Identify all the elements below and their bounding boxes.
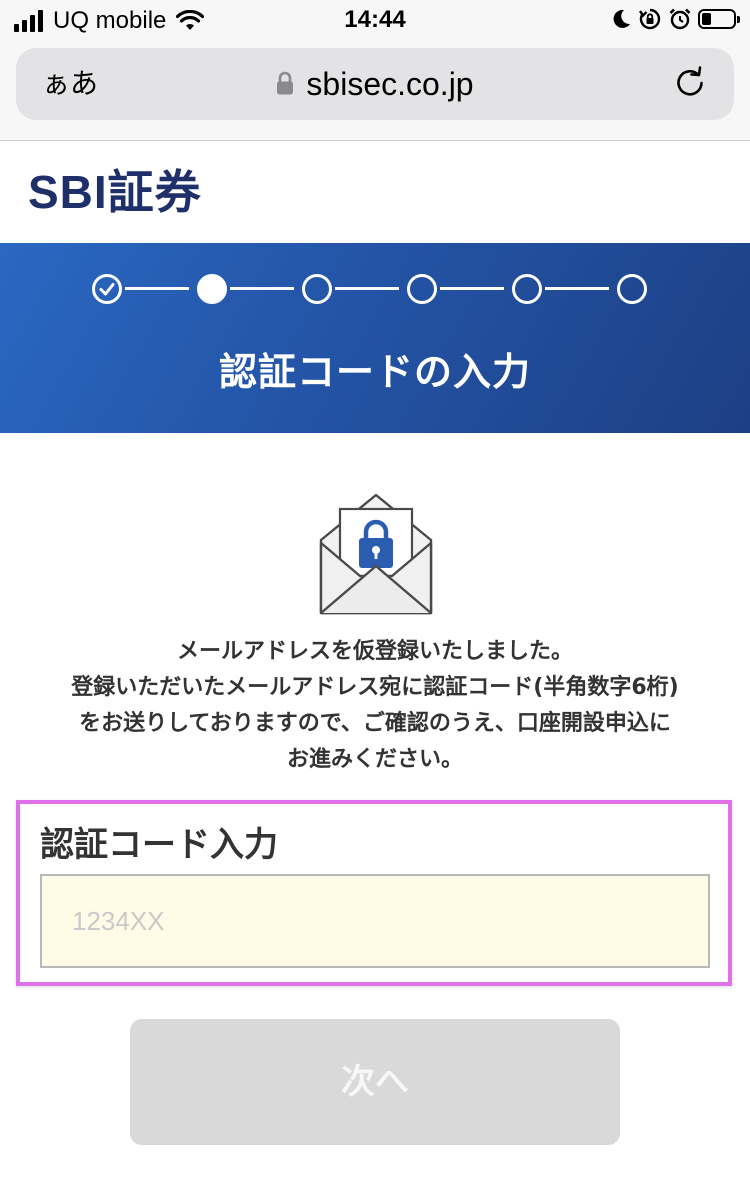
- envelope-lock-icon: [319, 493, 433, 615]
- check-icon: [99, 283, 115, 296]
- message-line: メールアドレスを仮登録いたしました。: [176, 639, 573, 664]
- step-connector: [335, 287, 399, 290]
- next-button[interactable]: 次へ: [130, 1019, 620, 1145]
- step-1-completed: [92, 274, 122, 304]
- step-connector: [545, 287, 609, 290]
- message-line: 登録いただいたメールアドレス宛に認証コード(半角数字6桁): [71, 675, 679, 700]
- rotation-lock-icon: [639, 8, 661, 30]
- page-title: 認証コードの入力: [218, 350, 531, 394]
- do-not-disturb-moon-icon: [613, 9, 630, 28]
- code-input-label: 認証コード入力: [40, 825, 278, 865]
- status-bar: UQ mobile 14:44: [0, 0, 750, 42]
- step-5: [512, 274, 542, 304]
- padlock-icon: [277, 71, 294, 95]
- url-display[interactable]: sbisec.co.jp: [16, 64, 734, 104]
- verification-code-input[interactable]: [40, 874, 710, 968]
- step-4: [407, 274, 437, 304]
- message-line: お進みください。: [286, 747, 463, 772]
- alarm-clock-icon: [669, 8, 691, 30]
- step-connector: [440, 287, 504, 290]
- step-progress-indicator: [0, 270, 750, 310]
- step-connector: [230, 287, 294, 290]
- registration-message: メールアドレスを仮登録いたしました。 登録いただいたメールアドレス宛に認証コード…: [0, 634, 750, 778]
- sbi-logo[interactable]: SBI証券: [28, 166, 202, 218]
- status-right: [610, 7, 740, 31]
- reload-button[interactable]: [670, 62, 710, 102]
- url-field[interactable]: ぁあ sbisec.co.jp: [16, 48, 734, 120]
- url-text: sbisec.co.jp: [306, 66, 474, 102]
- step-3: [302, 274, 332, 304]
- reload-icon: [677, 66, 703, 96]
- step-2-current: [197, 274, 227, 304]
- battery-icon: [698, 9, 740, 29]
- browser-address-bar: ぁあ sbisec.co.jp: [0, 42, 750, 141]
- step-6: [617, 274, 647, 304]
- step-connector: [125, 287, 189, 290]
- message-line: をお送りしておりますので、ご確認のうえ、口座開設申込に: [79, 711, 671, 736]
